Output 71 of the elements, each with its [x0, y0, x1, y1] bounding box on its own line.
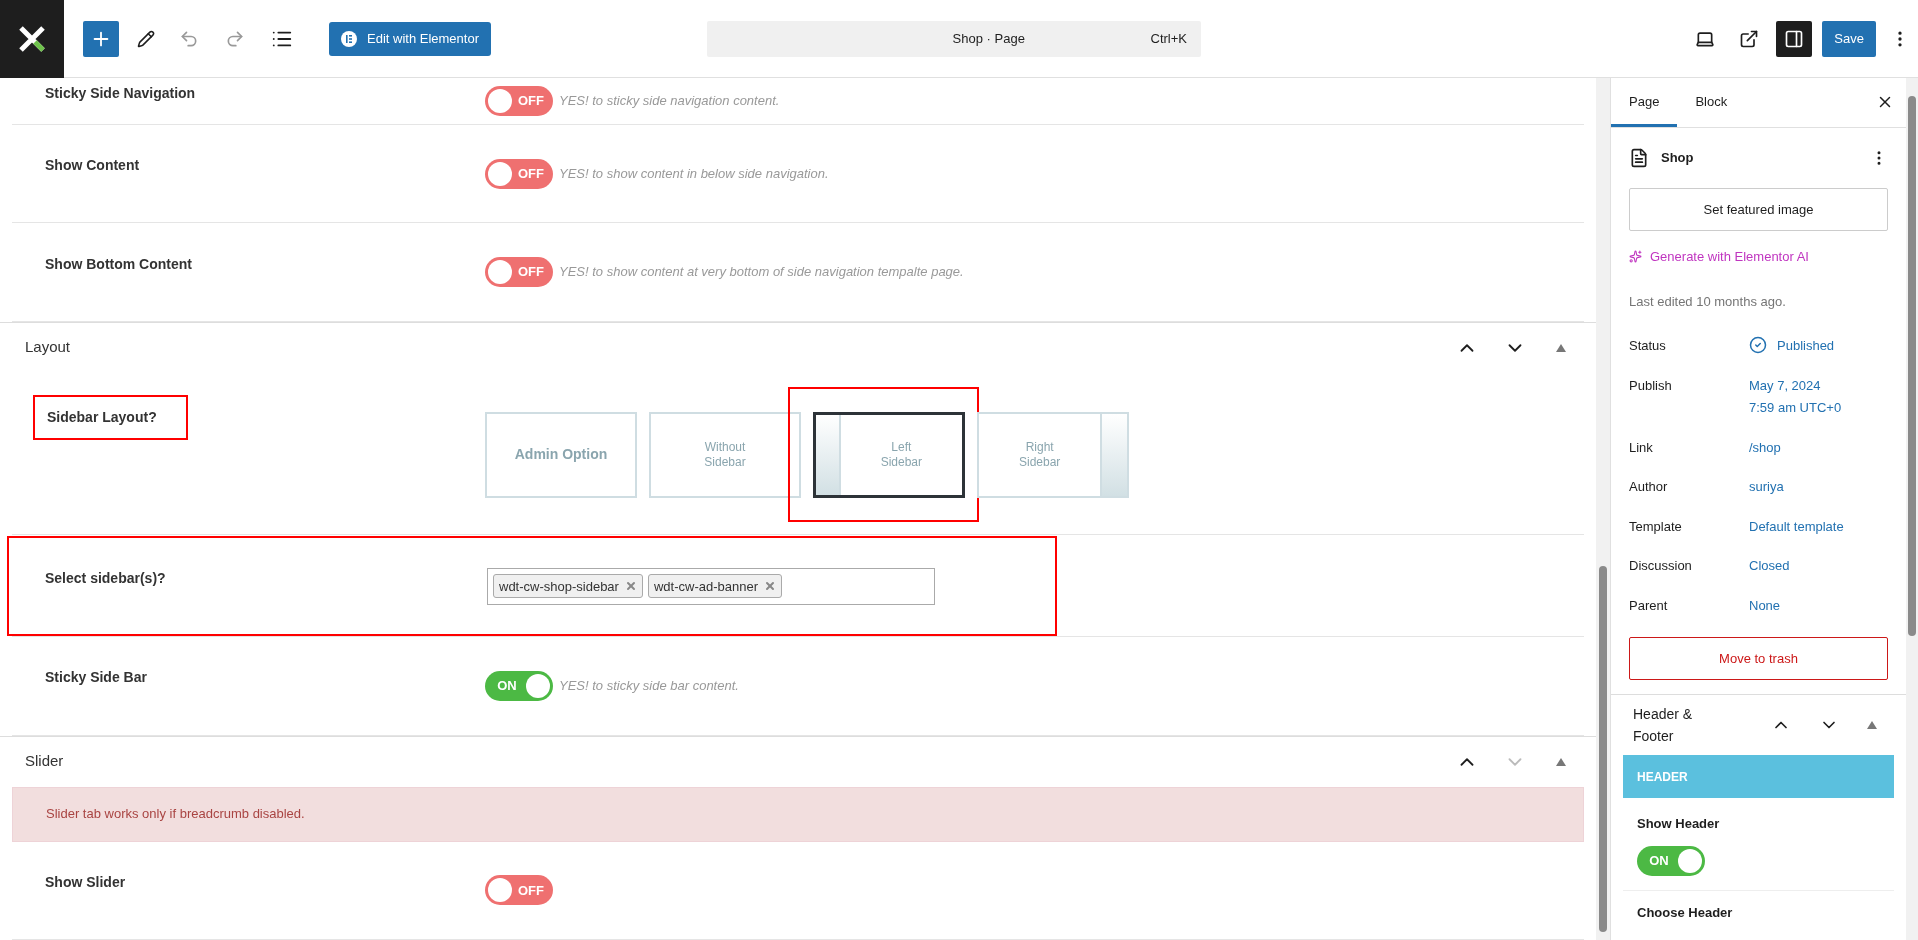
- settings-panel-toggle[interactable]: [1776, 20, 1813, 57]
- page-title: Shop: [1661, 149, 1695, 168]
- save-button[interactable]: Save: [1822, 20, 1876, 57]
- move-to-trash-button[interactable]: Move to trash: [1629, 637, 1888, 680]
- selected-tag[interactable]: wdt-cw-ad-banner: [647, 574, 782, 599]
- command-palette-bar[interactable]: Shop · Page Ctrl+K: [707, 20, 1201, 57]
- panel-tab[interactable]: Block: [1677, 77, 1746, 127]
- field-label: Discussion: [1629, 557, 1693, 575]
- site-logo[interactable]: [0, 0, 64, 78]
- section-title: Layout: [25, 337, 72, 358]
- field-label: Link: [1629, 438, 1654, 457]
- external-link-icon[interactable]: [1739, 28, 1760, 49]
- field-label: Template: [1629, 517, 1683, 536]
- panel-tab[interactable]: Page: [1611, 77, 1678, 127]
- option-label: Sticky Side Bar: [44, 668, 148, 688]
- meta-box-title: Header & Footer: [1633, 705, 1694, 746]
- toggle-switch[interactable]: OFF: [485, 875, 553, 906]
- field-value-link[interactable]: Published: [1777, 336, 1835, 356]
- toggle-switch[interactable]: OFF: [485, 86, 553, 117]
- collapse-triangle-icon[interactable]: [1556, 343, 1566, 352]
- field-value-link[interactable]: May 7, 2024: [1749, 375, 1842, 395]
- cross-logo-icon: [18, 24, 46, 53]
- option-hint: YES! to show content at very bottom of side navigation tempalte page.: [559, 263, 964, 282]
- remove-icon[interactable]: [624, 580, 637, 593]
- edit-with-elementor-button[interactable]: Edit with Elementor: [329, 21, 491, 56]
- option-hint: YES! to sticky side navigation content.: [559, 92, 780, 111]
- scrollbar-thumb[interactable]: [1599, 566, 1607, 932]
- field-label: Parent: [1629, 596, 1669, 615]
- last-edited-text: Last edited 10 months ago.: [1629, 292, 1787, 311]
- edit-pen-icon[interactable]: [137, 29, 155, 48]
- collapse-triangle-icon[interactable]: [1556, 757, 1566, 766]
- option-label: Show Slider: [44, 872, 127, 892]
- highlight-frame: Sidebar Layout?: [33, 394, 188, 440]
- selected-tag[interactable]: wdt-cw-shop-sidebar: [493, 574, 643, 599]
- remove-icon[interactable]: [764, 580, 776, 593]
- option-label: Show Bottom Content: [44, 254, 193, 274]
- field-label: Status: [1629, 337, 1667, 355]
- field-value-link[interactable]: 7:59 am UTC+0: [1749, 398, 1842, 418]
- undo-icon[interactable]: [179, 28, 199, 49]
- field-value-link[interactable]: suriya: [1749, 477, 1784, 497]
- collapse-triangle-icon[interactable]: [1867, 721, 1877, 729]
- toggle-switch[interactable]: OFF: [485, 257, 553, 287]
- layout-option[interactable]: Without Sidebar: [649, 411, 801, 498]
- layout-option[interactable]: Right Sidebar: [977, 411, 1129, 498]
- field-label: Publish: [1629, 376, 1673, 395]
- elementor-icon: [341, 30, 357, 47]
- option-label: Select sidebar(s)?: [44, 568, 167, 588]
- toggle-switch[interactable]: OFF: [485, 158, 553, 189]
- field-value-link[interactable]: None: [1749, 595, 1781, 615]
- page-icon: [1629, 148, 1649, 168]
- set-featured-image-button[interactable]: Set featured image: [1629, 188, 1888, 231]
- option-label: Show Content: [44, 156, 141, 176]
- add-block-button[interactable]: [83, 20, 119, 57]
- field-value-link[interactable]: Default template: [1749, 516, 1844, 536]
- show-header-label: Show Header: [1637, 815, 1721, 833]
- redo-icon[interactable]: [225, 28, 245, 49]
- field-value-link[interactable]: Closed: [1749, 556, 1790, 576]
- sidebar-panel-icon: [1784, 28, 1805, 49]
- option-label: Sticky Side Navigation: [44, 83, 197, 103]
- field-label: Author: [1629, 478, 1669, 496]
- check-circle-icon: [1749, 336, 1767, 354]
- alert-banner: Slider tab works only if breadcrumb disabled.: [12, 786, 1584, 842]
- panel-scrollbar-thumb[interactable]: [1908, 96, 1916, 636]
- sparkle-icon: [1629, 250, 1642, 264]
- field-value-link[interactable]: /shop: [1749, 437, 1781, 457]
- section-title: Slider: [25, 751, 65, 772]
- tag-select-field[interactable]: wdt-cw-shop-sidebar wdt-cw-ad-banner: [487, 567, 935, 605]
- option-hint: YES! to show content in below side navigation.: [559, 165, 829, 184]
- choose-header-label: Choose Header: [1636, 903, 1734, 922]
- option-hint: YES! to sticky side bar content.: [559, 677, 739, 696]
- ai-generate-link[interactable]: Generate with Elementor AI: [1650, 247, 1809, 267]
